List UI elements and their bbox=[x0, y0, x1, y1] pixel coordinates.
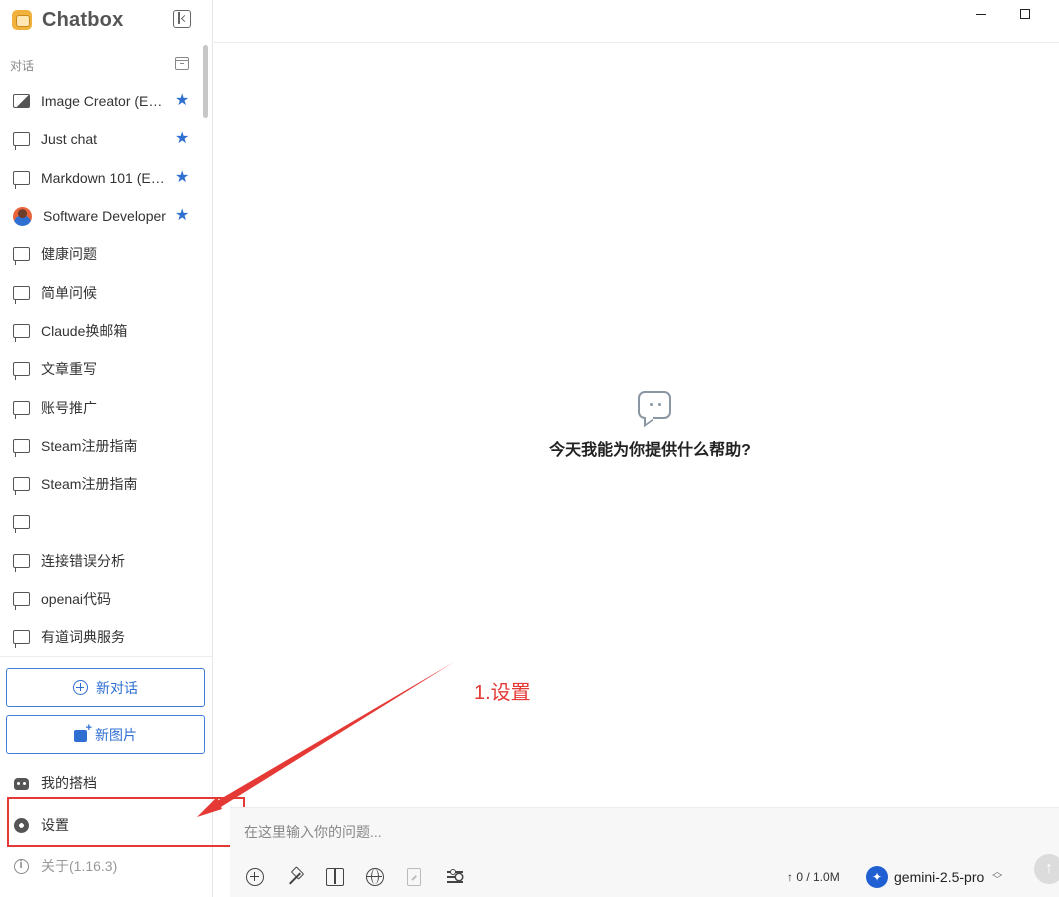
annotation-arrow bbox=[197, 662, 454, 817]
document-icon[interactable] bbox=[407, 868, 421, 886]
knowledge-base-icon[interactable] bbox=[326, 868, 344, 886]
token-count: ↑ 0 / 1.0M bbox=[787, 870, 840, 884]
annotation-highlight-box bbox=[7, 797, 245, 847]
settings-sliders-icon[interactable] bbox=[446, 868, 464, 886]
add-attachment-icon[interactable] bbox=[246, 868, 264, 886]
model-selector[interactable]: ✦ gemini-2.5-pro ︿ ﹀ bbox=[866, 866, 1002, 888]
gemini-sparkle-icon: ✦ bbox=[866, 866, 888, 888]
chevron-up-down-icon: ︿ ﹀ bbox=[992, 867, 1003, 886]
send-button[interactable]: ↑ bbox=[1034, 854, 1059, 884]
web-search-globe-icon[interactable] bbox=[366, 868, 384, 886]
message-input[interactable] bbox=[244, 822, 1024, 842]
model-name: gemini-2.5-pro bbox=[894, 869, 985, 885]
composer: ↑ 0 / 1.0M ✦ gemini-2.5-pro ︿﹀ ↑ bbox=[230, 807, 1059, 897]
chatbox-app: Chatbox 对话 Image Creator (Example)★Just … bbox=[0, 0, 1059, 897]
tools-hammer-icon[interactable] bbox=[286, 868, 304, 886]
